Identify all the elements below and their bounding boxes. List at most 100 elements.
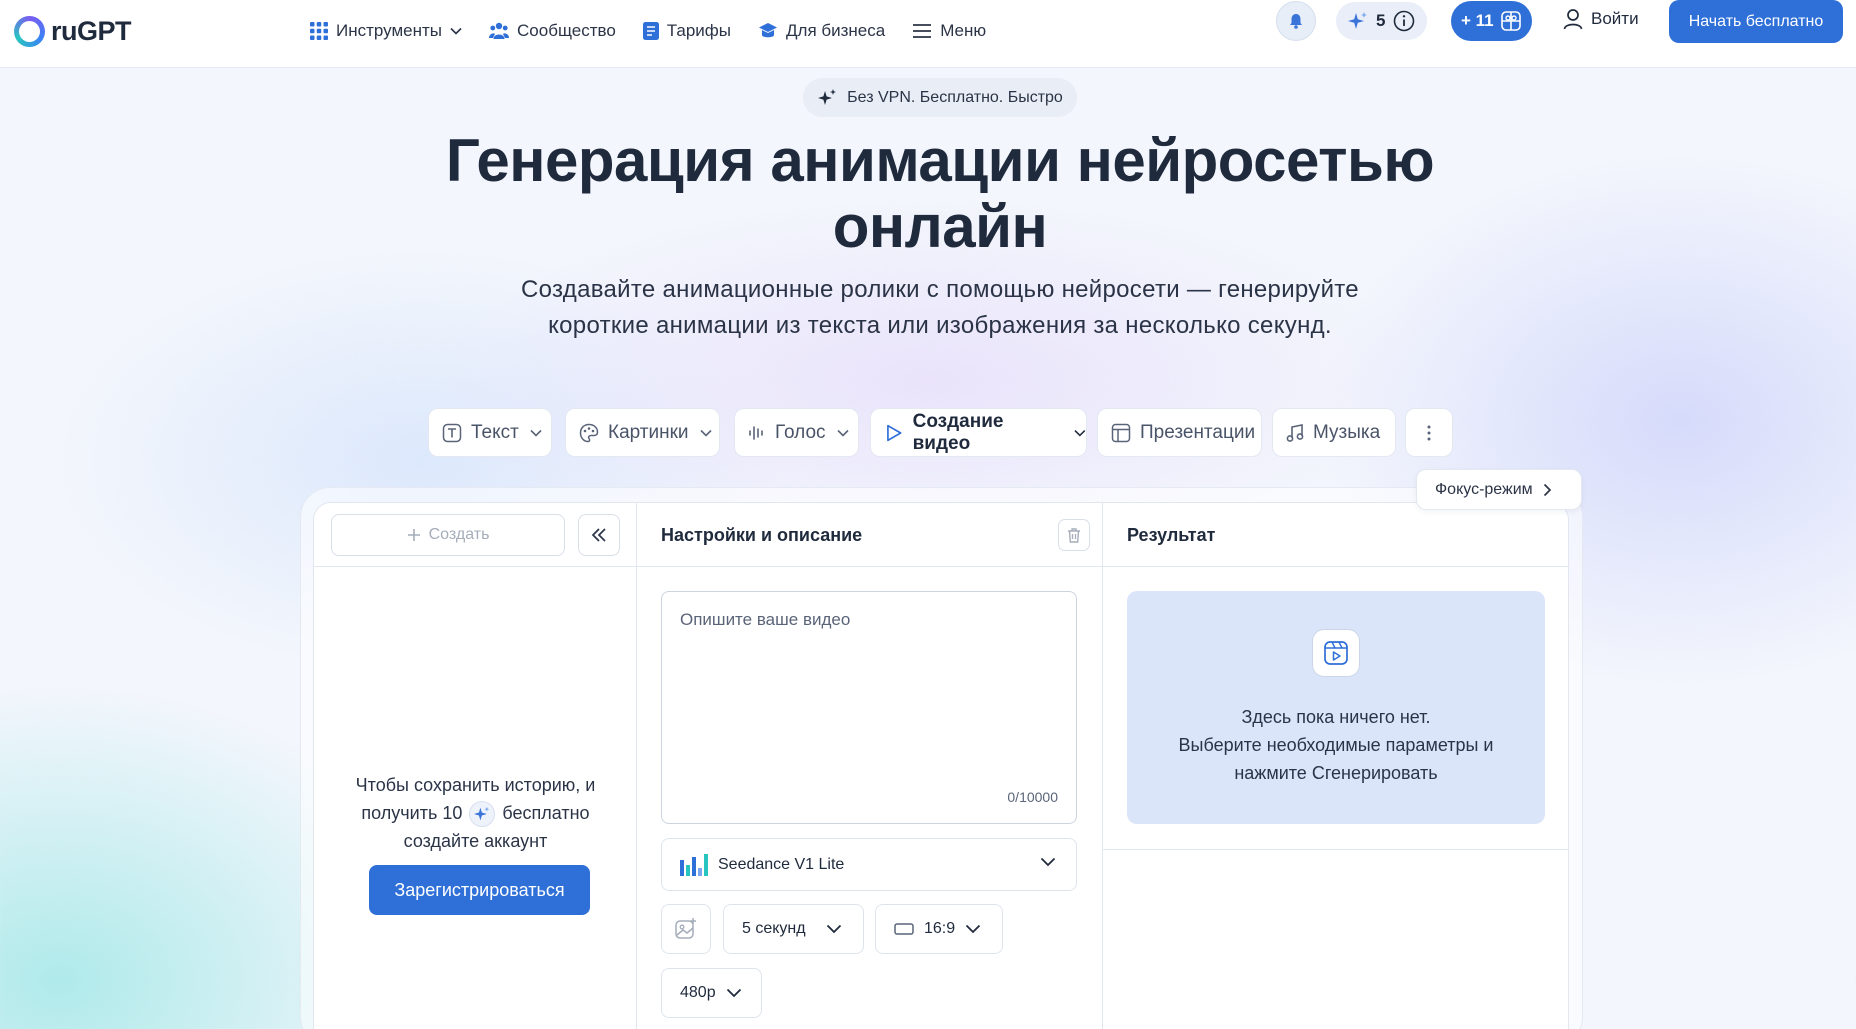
image-upload-button[interactable]	[661, 904, 711, 954]
nav-community[interactable]: Сообщество	[489, 18, 616, 44]
generator-panel: Создать Чтобы сохранить историю, и получ…	[313, 502, 1569, 1029]
result-divider	[1103, 849, 1568, 850]
trash-icon	[1068, 528, 1080, 543]
save-history-line3: создайте аккаунт	[403, 831, 548, 852]
bonus-label: + 11	[1461, 11, 1494, 30]
save-history-line2a: получить 10	[361, 803, 463, 823]
info-icon	[1394, 10, 1415, 32]
char-counter: 0/10000	[1007, 789, 1058, 805]
tab-music[interactable]: Музыка	[1272, 408, 1396, 457]
settings-header: Настройки и описание	[637, 503, 1102, 567]
logo-text: ruGPT	[51, 16, 132, 46]
focus-mode-label: Фокус-режим	[1435, 480, 1533, 498]
collapse-sidebar-button[interactable]	[578, 514, 620, 556]
settings-title: Настройки и описание	[661, 525, 863, 545]
main-nav: Инструменты Сообщество Тарифы Для бизнес…	[310, 18, 1013, 44]
result-empty-line2: Выберите необходимые параметры и	[1178, 735, 1494, 755]
sparkle-icon	[469, 801, 496, 828]
tab-video[interactable]: Создание видео	[870, 408, 1087, 457]
video-reel-icon	[1312, 629, 1360, 677]
nav-tariffs-label: Тарифы	[666, 21, 732, 40]
chevron-down-icon	[966, 924, 981, 934]
sparkle-icon	[818, 88, 837, 105]
start-free-button[interactable]: Начать бесплатно	[1669, 0, 1843, 43]
tab-more[interactable]	[1405, 408, 1453, 457]
aspect-ratio-icon	[894, 923, 914, 935]
user-icon	[1563, 9, 1583, 30]
plus-icon	[407, 529, 420, 541]
community-icon	[489, 22, 510, 39]
history-header: Создать	[314, 503, 636, 567]
nav-business[interactable]: Для бизнеса	[758, 18, 885, 44]
prompt-box: 0/10000	[661, 591, 1077, 824]
palette-icon	[579, 423, 599, 442]
model-bars-icon	[680, 853, 708, 876]
focus-mode-button[interactable]: Фокус-режим	[1416, 469, 1582, 510]
settings-column: Настройки и описание 0/10000 Seedance V1…	[637, 503, 1103, 1029]
nav-community-label: Сообщество	[517, 21, 616, 40]
presentation-icon	[1111, 423, 1131, 442]
save-history-line2b: бесплатно	[502, 803, 590, 823]
result-title: Результат	[1127, 525, 1216, 545]
register-button[interactable]: Зарегистрироваться	[369, 865, 590, 915]
notifications-button[interactable]	[1276, 1, 1316, 41]
resolution-select[interactable]: 480p	[661, 968, 762, 1018]
menu-icon	[913, 24, 932, 38]
chevron-down-icon	[726, 988, 741, 998]
login-label: Войти	[1591, 9, 1639, 28]
text-icon	[442, 423, 462, 442]
clear-button[interactable]	[1058, 519, 1090, 551]
tab-text[interactable]: Текст	[428, 408, 552, 457]
tab-text-label: Текст	[471, 421, 519, 443]
logo[interactable]: ruGPT	[14, 16, 132, 47]
nav-menu[interactable]: Меню	[912, 18, 986, 44]
chevron-down-icon	[699, 429, 712, 437]
bell-icon	[1290, 14, 1302, 29]
duration-select-value: 5 секунд	[742, 920, 806, 937]
page-title: Генерация анимации нейросетью онлайн	[300, 128, 1580, 260]
tab-images[interactable]: Картинки	[565, 408, 720, 457]
save-history-line2: получить 10 бесплатно	[314, 799, 637, 828]
chevron-down-icon	[530, 429, 542, 437]
model-select-value: Seedance V1 Lite	[718, 855, 845, 873]
page-title-line2: онлайн	[832, 193, 1048, 260]
nav-tools[interactable]: Инструменты	[310, 18, 462, 44]
play-icon	[887, 424, 902, 441]
page-subtitle-line2: короткие анимации из текста или изображе…	[548, 312, 1332, 339]
result-empty-text: Здесь пока ничего нет. Выберите необходи…	[1127, 703, 1545, 787]
save-history-line1: Чтобы сохранить историю, и	[355, 775, 596, 795]
tab-video-label: Создание видео	[912, 410, 1004, 454]
tab-presentations[interactable]: Презентации	[1097, 408, 1262, 457]
chevron-down-icon	[1040, 857, 1056, 867]
chevron-down-icon	[826, 924, 841, 934]
hero-badge-text: Без VPN. Бесплатно. Быстро	[847, 88, 1063, 106]
credits-balance[interactable]: 5	[1336, 2, 1427, 40]
duration-select[interactable]: 5 секунд	[723, 904, 864, 954]
chevrons-left-icon	[591, 528, 606, 542]
model-select[interactable]: Seedance V1 Lite	[661, 838, 1077, 891]
bonus-button[interactable]: + 11	[1451, 1, 1532, 41]
hero-badge: Без VPN. Бесплатно. Быстро	[803, 78, 1077, 117]
create-button[interactable]: Создать	[331, 514, 565, 556]
chevron-down-icon	[836, 429, 849, 437]
result-header: Результат	[1103, 503, 1568, 567]
music-note-icon	[1286, 423, 1304, 442]
tariffs-icon	[642, 22, 659, 40]
result-placeholder: Здесь пока ничего нет. Выберите необходи…	[1127, 591, 1545, 824]
page-subtitle: Создавайте анимационные ролики с помощью…	[440, 272, 1440, 344]
login-link[interactable]: Войти	[1563, 8, 1639, 30]
nav-tariffs[interactable]: Тарифы	[642, 18, 732, 44]
page-title-line1: Генерация анимации нейросетью	[445, 127, 1435, 194]
grid-icon	[310, 22, 328, 40]
result-column: Результат Здесь пока ничего нет. Выберит…	[1103, 503, 1568, 1029]
tab-music-label: Музыка	[1313, 421, 1381, 443]
image-add-icon	[675, 918, 696, 939]
tab-voice[interactable]: Голос	[734, 408, 859, 457]
nav-menu-label: Меню	[940, 21, 987, 40]
page-subtitle-line1: Создавайте анимационные ролики с помощью…	[521, 276, 1359, 303]
aspect-ratio-select[interactable]: 16:9	[875, 904, 1003, 954]
chevron-down-icon	[1074, 429, 1086, 437]
aspect-ratio-value: 16:9	[924, 920, 956, 937]
tab-voice-label: Голос	[775, 421, 826, 443]
top-header: ruGPT Инструменты Сообщество Тарифы Для …	[0, 0, 1856, 68]
